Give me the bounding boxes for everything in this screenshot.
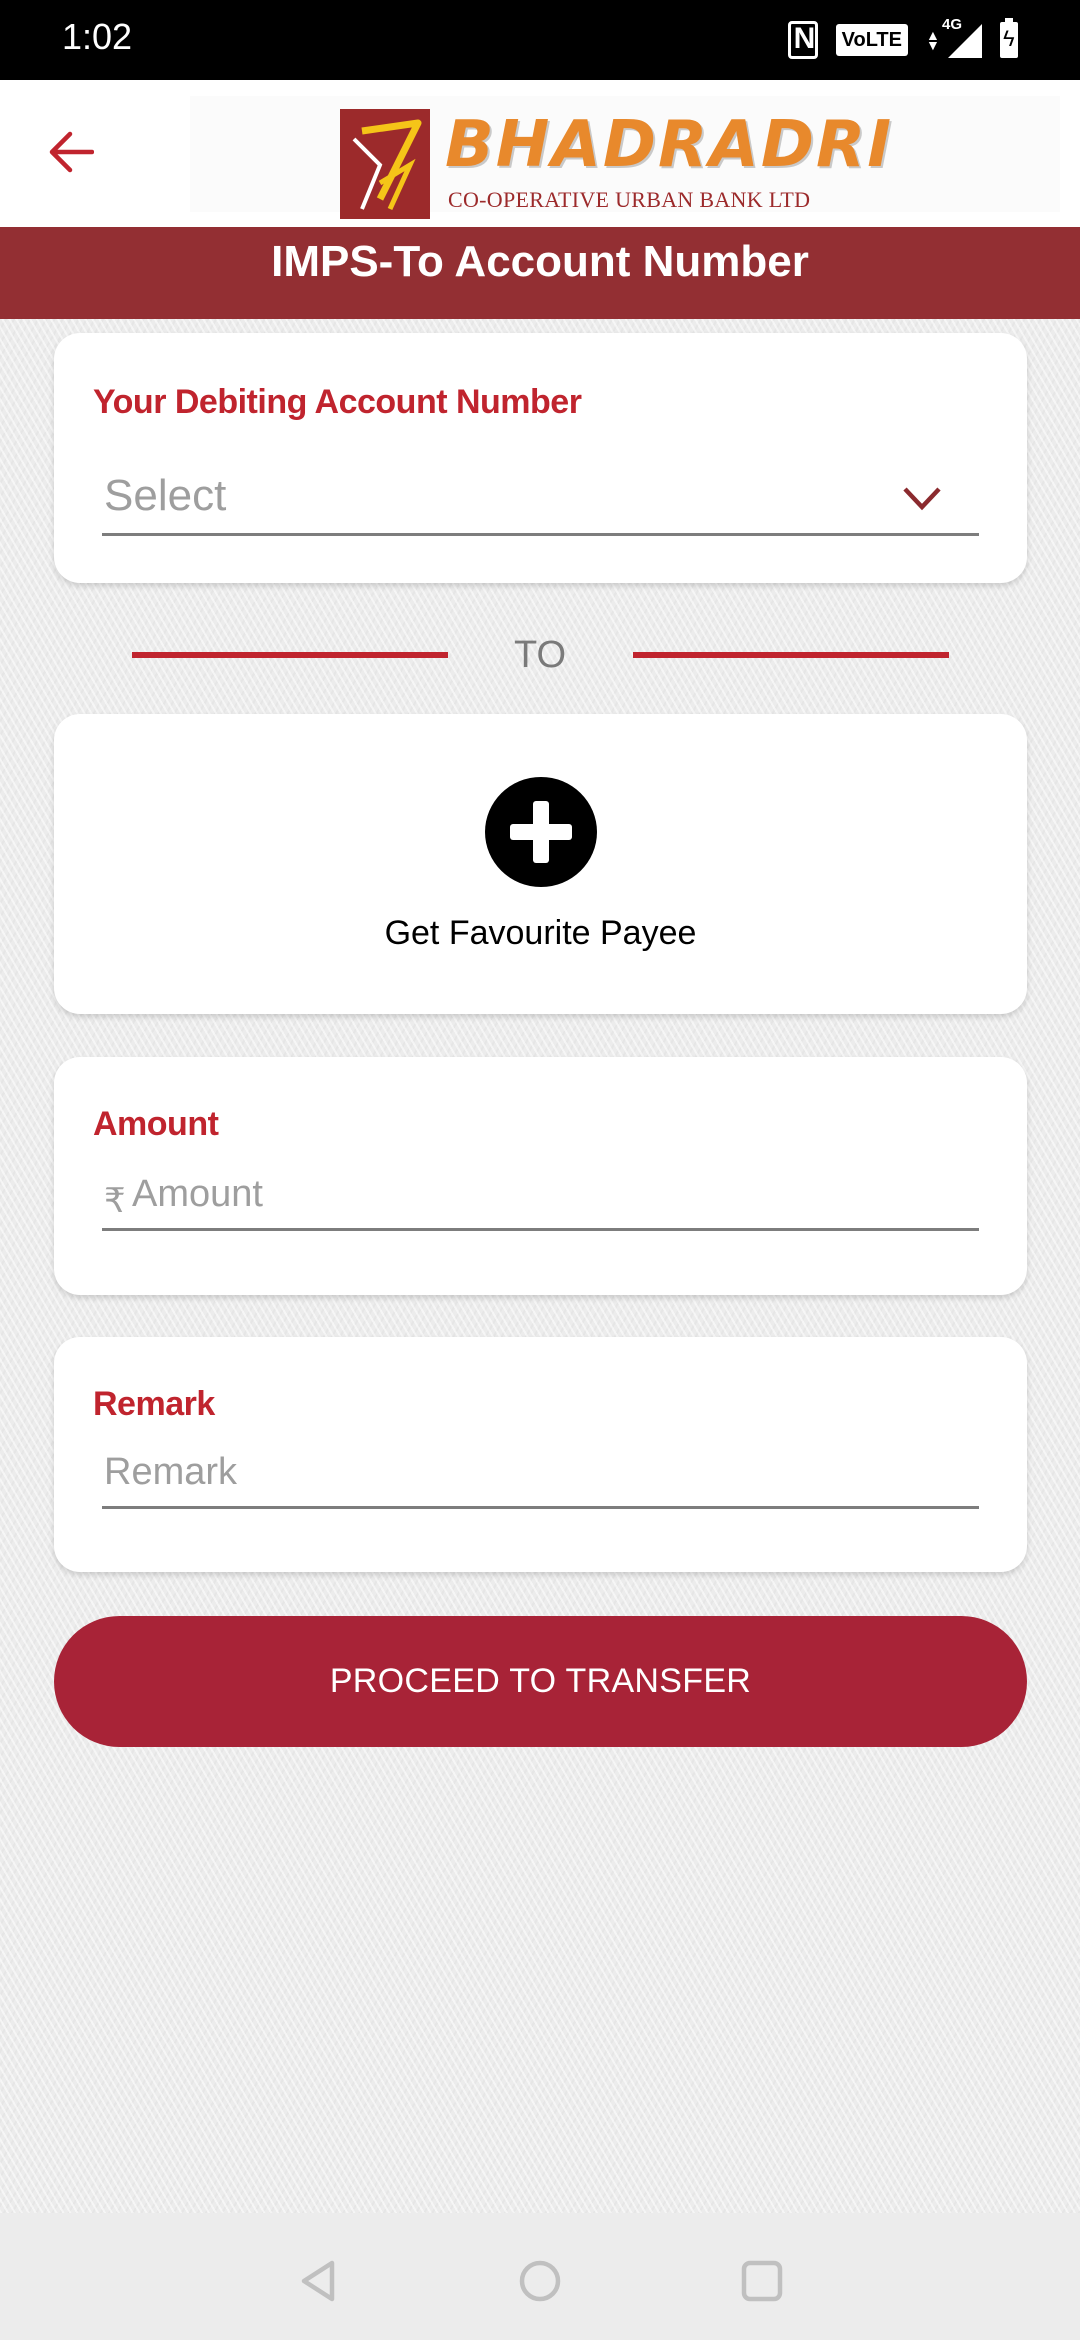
chevron-down-icon	[903, 487, 941, 511]
logo-emblem-icon	[352, 119, 422, 211]
get-favourite-payee-label[interactable]: Get Favourite Payee	[54, 914, 1027, 953]
battery-charging-icon	[1000, 18, 1018, 58]
status-time: 1:02	[62, 16, 133, 57]
plus-circle-icon[interactable]	[484, 776, 598, 888]
data-arrows-icon: ▲ ▼	[926, 27, 940, 53]
proceed-to-transfer-button[interactable]: PROCEED TO TRANSFER	[54, 1616, 1027, 1747]
back-button[interactable]	[40, 116, 102, 188]
page-title: IMPS-To Account Number	[271, 237, 809, 286]
debit-account-select[interactable]: Select	[102, 453, 979, 543]
signal-strength-icon	[948, 24, 982, 58]
select-underline	[102, 533, 979, 536]
status-bar: 1:02 VoLTE ▲▼ 4G	[0, 0, 1080, 80]
page-title-bar: IMPS-To Account Number	[0, 227, 1080, 319]
arrow-left-icon	[49, 131, 94, 173]
remark-input[interactable]	[102, 1439, 979, 1509]
bank-logo: BHADRADRI CO-OPERATIVE URBAN BANK LTD	[190, 96, 1060, 219]
remark-label: Remark	[93, 1385, 215, 1423]
debit-account-card: Your Debiting Account Number Select	[54, 333, 1027, 583]
nfc-icon	[787, 21, 818, 59]
debit-account-label: Your Debiting Account Number	[93, 383, 582, 421]
amount-label: Amount	[93, 1105, 219, 1143]
amount-card: Amount ₹	[54, 1057, 1027, 1295]
favourite-payee-card[interactable]: Get Favourite Payee	[54, 714, 1027, 1014]
volte-icon: VoLTE	[835, 24, 908, 56]
status-icons: VoLTE ▲▼ 4G	[787, 16, 1018, 60]
logo-title: BHADRADRI	[445, 108, 894, 182]
logo-emblem	[340, 109, 430, 219]
system-nav-bar	[0, 2213, 1080, 2340]
recents-nav-icon[interactable]	[738, 2257, 786, 2305]
content-area: Your Debiting Account Number Select TO G…	[0, 319, 1080, 2213]
app-bar: BHADRADRI CO-OPERATIVE URBAN BANK LTD	[0, 80, 1080, 227]
separator-line-right	[633, 652, 949, 658]
signal-icon: ▲ ▼ 4G	[926, 16, 982, 58]
remark-card: Remark	[54, 1337, 1027, 1572]
debit-account-selected-value: Select	[104, 471, 227, 520]
home-nav-icon[interactable]	[516, 2257, 564, 2305]
back-nav-icon[interactable]	[296, 2257, 344, 2305]
logo-subtitle: CO-OPERATIVE URBAN BANK LTD	[448, 187, 811, 212]
amount-input[interactable]	[102, 1161, 979, 1231]
